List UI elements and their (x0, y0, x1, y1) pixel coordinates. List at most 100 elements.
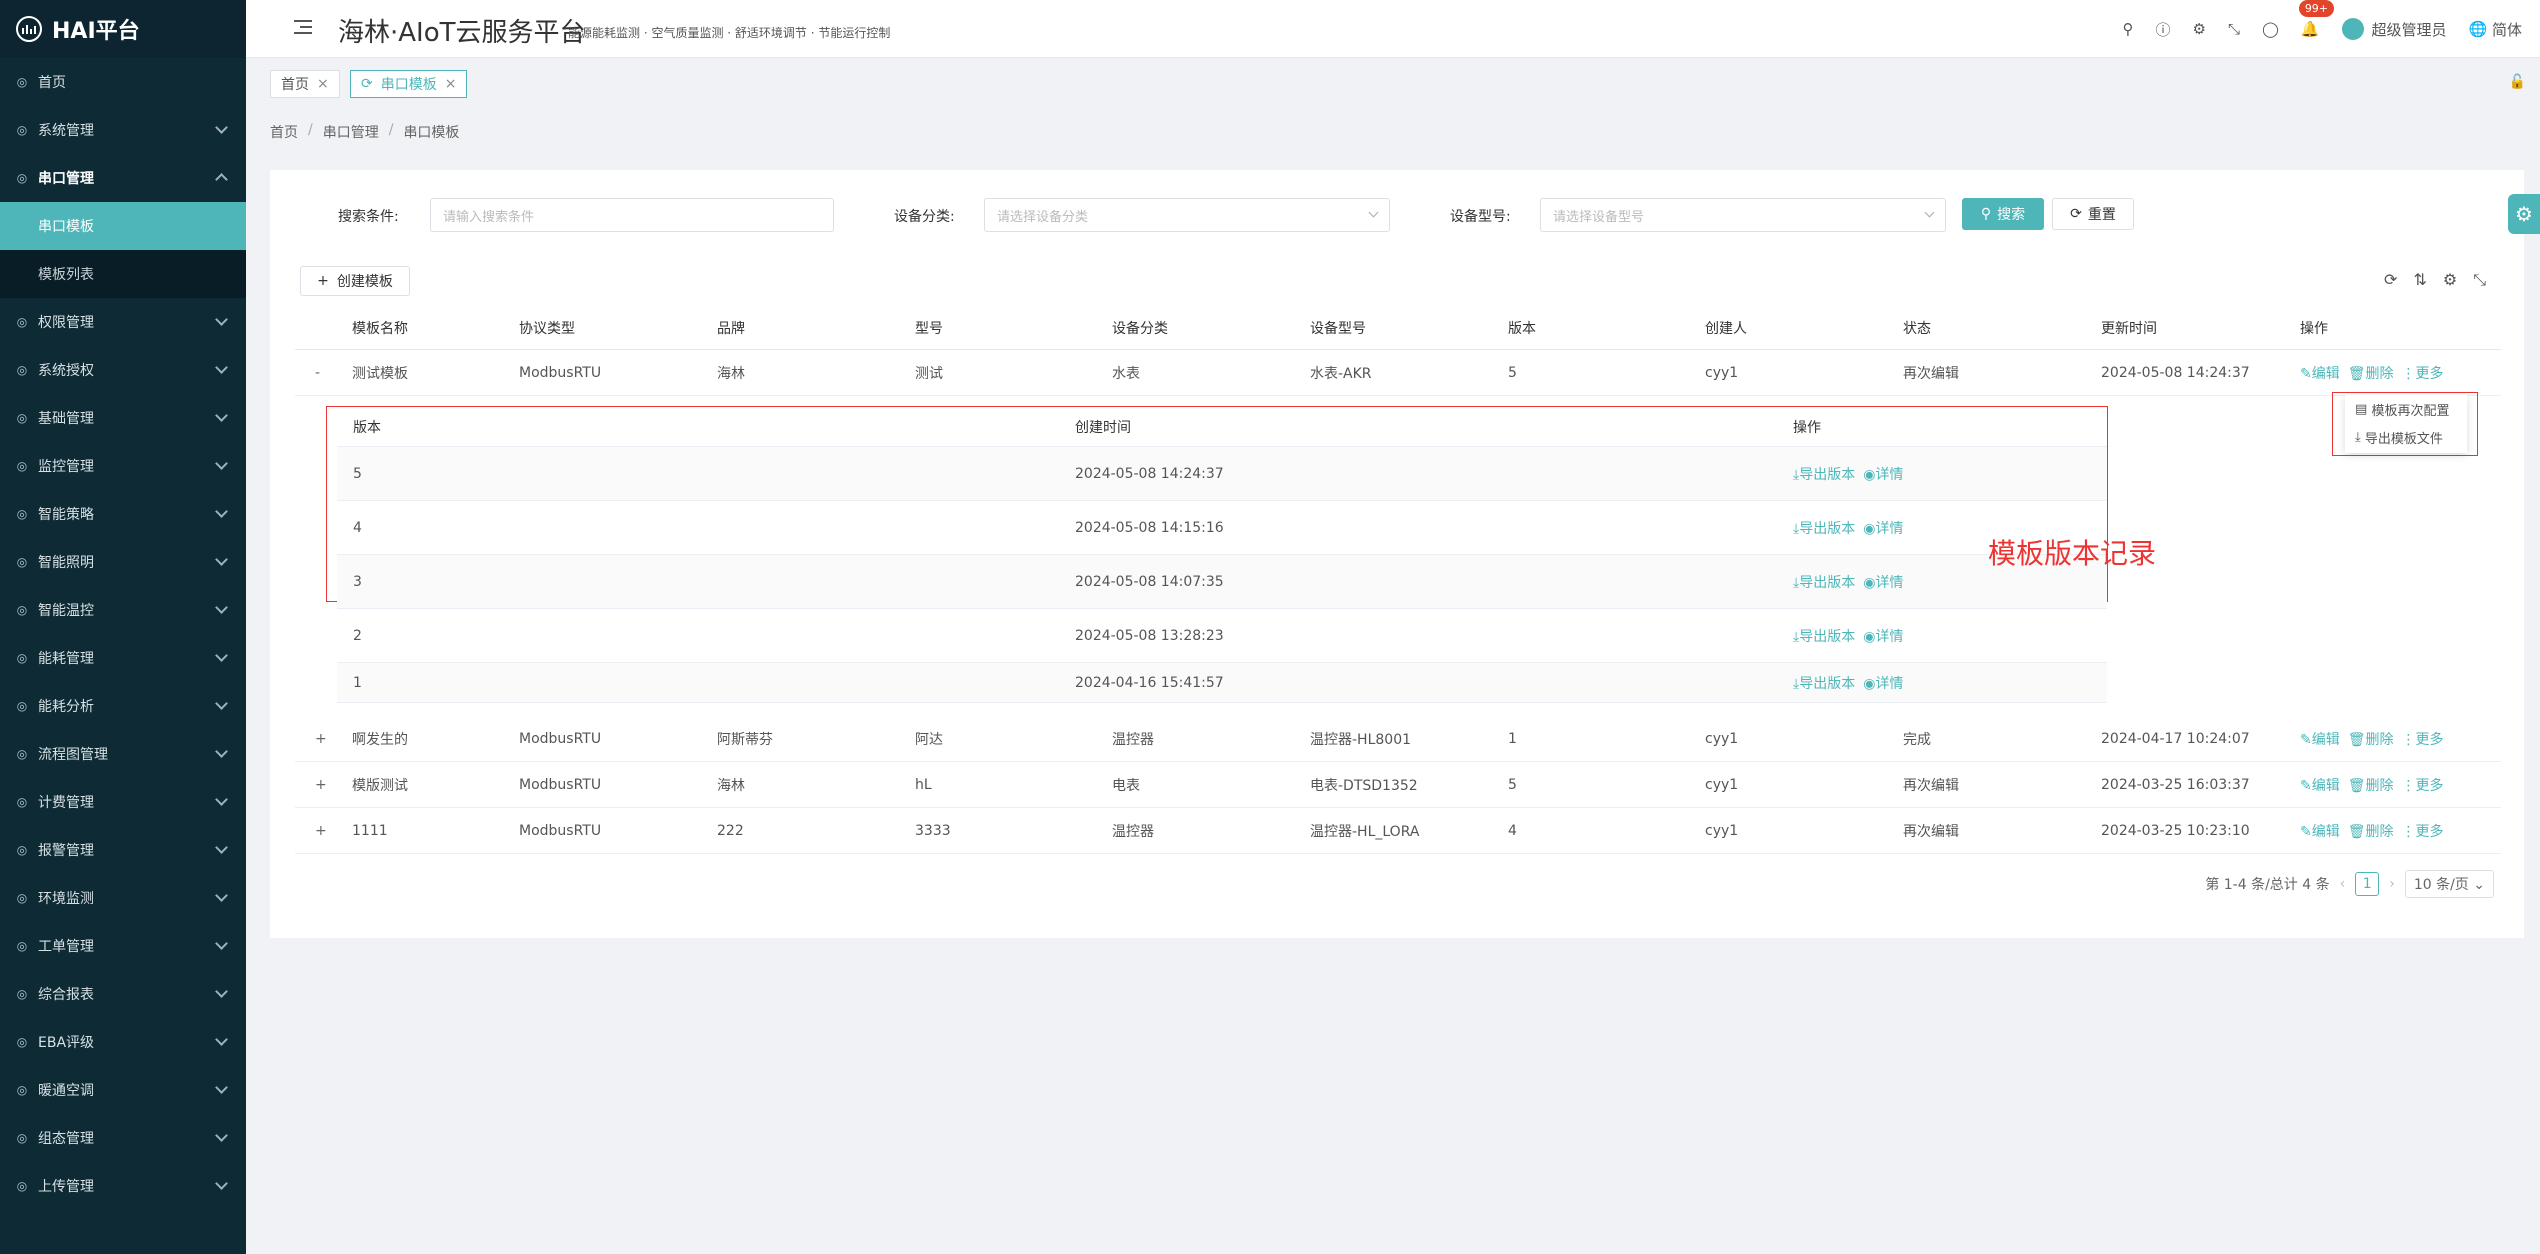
fullscreen-icon[interactable]: ⤡ (2473, 270, 2486, 290)
more-button[interactable]: ⋮更多 (2402, 363, 2444, 383)
close-icon[interactable]: × (317, 76, 329, 92)
chevron-down-icon (215, 601, 228, 614)
settings-icon[interactable]: ⚙ (2193, 20, 2206, 38)
more-button[interactable]: ⋮更多 (2402, 729, 2444, 749)
expand-icon[interactable]: + (315, 762, 327, 807)
row-actions: ✎编辑 🗑删除 ⋮更多 (2300, 716, 2444, 761)
detail-button[interactable]: ◉详情 (1863, 626, 1903, 646)
detail-button[interactable]: ◉详情 (1863, 464, 1903, 484)
export-version-button[interactable]: ⤓导出版本 (1793, 464, 1855, 484)
menu-toggle-icon[interactable] (294, 20, 312, 36)
delete-icon: 🗑 (2347, 823, 2366, 840)
sidebar-item[interactable]: ◎ 权限管理 (0, 298, 246, 346)
sidebar-item[interactable]: ◎ 能耗分析 (0, 682, 246, 730)
sidebar-item[interactable]: ◎ 上传管理 (0, 1162, 246, 1210)
page-number[interactable]: 1 (2355, 872, 2380, 896)
more-button[interactable]: ⋮更多 (2402, 821, 2444, 841)
prev-page-icon[interactable]: ‹ (2340, 876, 2346, 892)
page-size-select[interactable]: 10 条/页 ⌄ (2404, 870, 2494, 898)
expand-icon[interactable]: + (315, 808, 327, 853)
breadcrumb-item[interactable]: 首页 (270, 122, 298, 142)
table-cell: 阿达 (915, 731, 943, 748)
sidebar-item-label: 智能温控 (38, 603, 94, 619)
sidebar-item[interactable]: ◎ 综合报表 (0, 970, 246, 1018)
sidebar-item-label: 上传管理 (38, 1179, 94, 1195)
export-version-button[interactable]: ⤓导出版本 (1793, 673, 1855, 693)
breadcrumb-item[interactable]: 串口管理 (323, 122, 379, 142)
tab-label: 串口模板 (380, 77, 437, 93)
sidebar-item[interactable]: ◎ 智能策略 (0, 490, 246, 538)
expand-icon[interactable]: + (315, 716, 327, 761)
density-icon[interactable]: ⇅ (2413, 270, 2426, 290)
theme-settings-icon[interactable]: ⚙ (2508, 194, 2540, 234)
theme-icon[interactable]: ◯ (2262, 20, 2279, 38)
refresh-icon[interactable]: ⟳ (2384, 270, 2397, 290)
sidebar-item[interactable]: ◎ 工单管理 (0, 922, 246, 970)
sidebar-item[interactable]: ◎ 首页 (0, 58, 246, 106)
tab-serial-template[interactable]: ⟳ 串口模板 × (350, 70, 468, 98)
row-actions: ✎编辑 🗑删除 ⋮更多 (2300, 762, 2444, 807)
bulb-icon: ◎ (16, 555, 28, 569)
sidebar-item[interactable]: ◎ 环境监测 (0, 874, 246, 922)
sidebar-item[interactable]: ◎ 系统授权 (0, 346, 246, 394)
table-row: + 模版测试 ModbusRTU 海林 hL 电表 电表-DTSD1352 5 cyy1 再次编辑… (295, 762, 2501, 808)
export-version-button[interactable]: ⤓导出版本 (1793, 572, 1855, 592)
sidebar-item[interactable]: ◎ 智能温控 (0, 586, 246, 634)
edit-button[interactable]: ✎编辑 (2300, 775, 2340, 795)
sidebar-subitem[interactable]: 模板列表 (0, 250, 246, 298)
export-version-button[interactable]: ⤓导出版本 (1793, 626, 1855, 646)
delete-button[interactable]: 🗑删除 (2348, 363, 2394, 383)
export-template-file-item[interactable]: ⤓ 导出模板文件 (2345, 423, 2467, 451)
delete-button[interactable]: 🗑删除 (2348, 729, 2394, 749)
lock-icon[interactable]: 🔓 (2509, 74, 2526, 90)
sidebar-item[interactable]: ◎ 流程图管理 (0, 730, 246, 778)
category-select[interactable]: 请选择设备分类 (984, 198, 1390, 232)
sidebar-item[interactable]: ◎ 计费管理 (0, 778, 246, 826)
sidebar-item[interactable]: ◎ 监控管理 (0, 442, 246, 490)
search-input[interactable]: 请输入搜索条件 (430, 198, 834, 232)
detail-button[interactable]: ◉详情 (1863, 572, 1903, 592)
edit-button[interactable]: ✎编辑 (2300, 363, 2340, 383)
sidebar-item[interactable]: ◎ 串口管理 (0, 154, 246, 202)
next-page-icon[interactable]: › (2389, 876, 2395, 892)
bell-icon[interactable]: 🔔 99+ (2298, 0, 2335, 38)
edit-button[interactable]: ✎编辑 (2300, 729, 2340, 749)
sidebar-item[interactable]: ◎ 组态管理 (0, 1114, 246, 1162)
model-select[interactable]: 请选择设备型号 (1540, 198, 1946, 232)
fullscreen-icon[interactable]: ⤡ (2228, 20, 2240, 38)
search-icon[interactable]: ⚲ (2123, 20, 2134, 38)
sidebar-item[interactable]: ◎ 系统管理 (0, 106, 246, 154)
reconfigure-template-item[interactable]: ▤ 模板再次配置 (2345, 395, 2467, 423)
sidebar-item[interactable]: ◎ 基础管理 (0, 394, 246, 442)
column-settings-icon[interactable]: ⚙ (2443, 270, 2457, 290)
more-dropdown: ▤ 模板再次配置 ⤓ 导出模板文件 (2345, 395, 2467, 453)
search-button[interactable]: ⚲ 搜索 (1962, 198, 2044, 230)
delete-button[interactable]: 🗑删除 (2348, 821, 2394, 841)
language-switch[interactable]: 🌐 简体 (2469, 19, 2522, 40)
tab-bar: 首页 × ⟳ 串口模板 × 🔓 (246, 58, 2540, 108)
sidebar-item[interactable]: ◎ 智能照明 (0, 538, 246, 586)
help-icon[interactable]: ⓘ (2156, 19, 2171, 40)
table-cell: 3333 (915, 822, 951, 839)
export-version-button[interactable]: ⤓导出版本 (1793, 518, 1855, 538)
create-template-button[interactable]: + 创建模板 (300, 266, 410, 296)
delete-button[interactable]: 🗑删除 (2348, 775, 2394, 795)
user-menu[interactable]: 超级管理员 (2341, 18, 2447, 40)
sidebar-subitem[interactable]: 串口模板 (0, 202, 246, 250)
close-icon[interactable]: × (445, 76, 457, 92)
sidebar-item[interactable]: ◎ 暖通空调 (0, 1066, 246, 1114)
edit-button[interactable]: ✎编辑 (2300, 821, 2340, 841)
more-button[interactable]: ⋮更多 (2402, 775, 2444, 795)
tab-home[interactable]: 首页 × (270, 70, 340, 98)
sidebar-item[interactable]: ◎ 报警管理 (0, 826, 246, 874)
detail-button[interactable]: ◉详情 (1863, 673, 1903, 693)
detail-button[interactable]: ◉详情 (1863, 518, 1903, 538)
more-icon: ⋮ (2401, 823, 2416, 840)
notification-badge: 99+ (2298, 0, 2335, 17)
sidebar-item[interactable]: ◎ EBA评级 (0, 1018, 246, 1066)
sidebar-item[interactable]: ◎ 能耗管理 (0, 634, 246, 682)
search-form: 搜索条件: 请输入搜索条件 设备分类: 请选择设备分类 设备型号: 请选择设备型… (270, 198, 2524, 232)
reset-button[interactable]: ⟳ 重置 (2052, 198, 2134, 230)
more-icon: ⋮ (2401, 365, 2416, 382)
collapse-icon[interactable]: - (315, 350, 320, 395)
